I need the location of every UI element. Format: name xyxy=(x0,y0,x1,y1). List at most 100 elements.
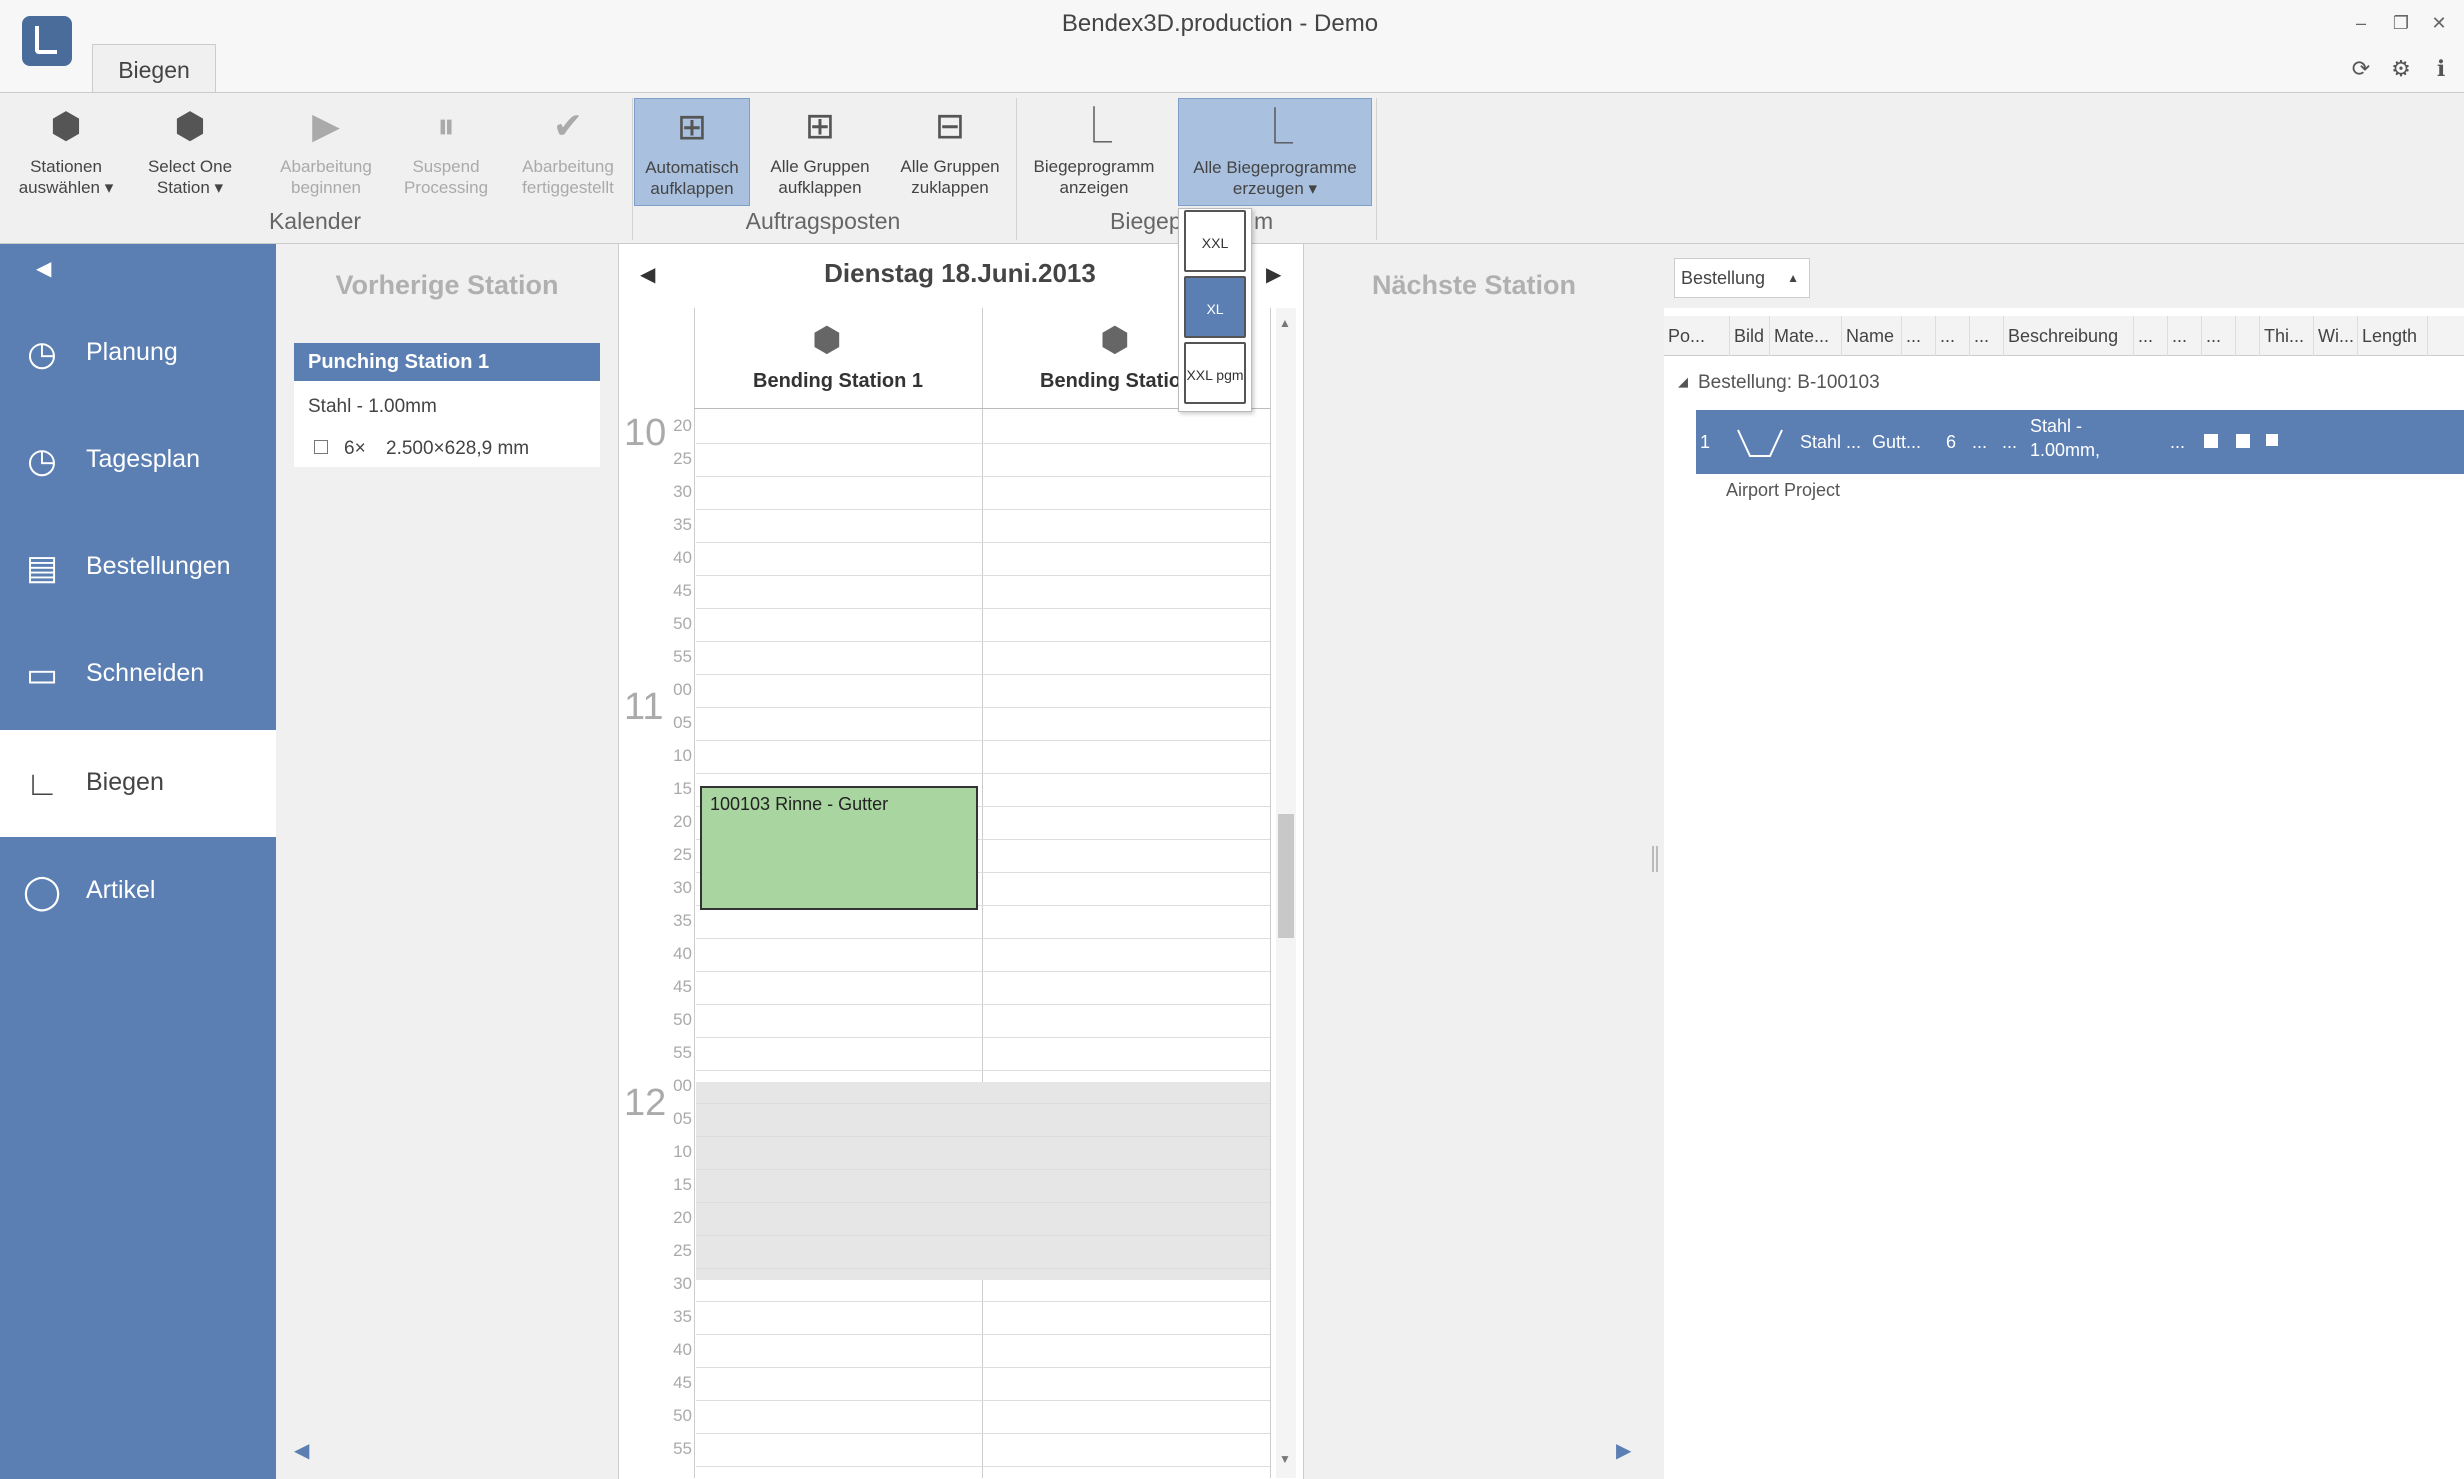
column-header[interactable]: ... xyxy=(2134,316,2168,356)
column-header[interactable]: ... xyxy=(1970,316,2004,356)
row-checkbox[interactable] xyxy=(2236,434,2250,448)
minute-label: 40 xyxy=(673,1340,692,1359)
hour-label: 10 xyxy=(624,412,667,454)
refresh-icon[interactable]: ⟳ xyxy=(2346,54,2376,84)
minute-label: 40 xyxy=(673,548,692,567)
sort-asc-icon: ▲ xyxy=(1787,271,1799,285)
previous-station-title: Vorherige Station xyxy=(335,270,559,300)
group-label-auftragsposten: Auftragsposten xyxy=(745,208,901,234)
cell-material: Stahl ... xyxy=(1800,432,1862,452)
column-header[interactable]: Po... xyxy=(1664,316,1730,356)
cell-desc-2: 1.00mm, xyxy=(2030,440,2101,460)
select-stations-button[interactable]: ⬢ Stationen auswählen ▾ xyxy=(4,98,128,206)
scroll-right-icon[interactable]: ▶ xyxy=(1616,1438,1631,1463)
minute-label: 05 xyxy=(673,713,692,732)
sidebar-item-schneiden[interactable]: ▭ Schneiden xyxy=(0,621,276,728)
calendar-row-line xyxy=(696,443,1270,444)
item-checkbox[interactable] xyxy=(314,440,328,454)
minute-label: 00 xyxy=(673,680,692,699)
calendar-row-line xyxy=(696,641,1270,642)
column-header[interactable]: ... xyxy=(2202,316,2236,356)
button-label: Alle Biegeprogramme xyxy=(1193,158,1357,177)
sidebar-item-biegen[interactable]: ∟ Biegen xyxy=(0,730,276,837)
calendar-row-line xyxy=(696,707,1270,708)
minute-label: 15 xyxy=(673,1175,692,1194)
group-by-chip[interactable]: Bestellung ▲ xyxy=(1674,258,1810,298)
play-icon: ▶ xyxy=(312,105,340,146)
generate-all-programs-button[interactable]: ⎿ Alle Biegeprogramme erzeugen ▾ xyxy=(1178,98,1372,206)
row-checkbox[interactable] xyxy=(2266,434,2278,446)
clock-icon: ◷ xyxy=(27,335,57,373)
tab-biegen[interactable]: Biegen xyxy=(92,44,216,94)
column-header[interactable]: Bild xyxy=(1730,316,1770,356)
calendar-row-line xyxy=(696,971,1270,972)
settings-icon[interactable]: ⚙ xyxy=(2386,54,2416,84)
circle-icon: ◯ xyxy=(22,873,62,911)
column-header[interactable]: ... xyxy=(1936,316,1970,356)
minute-label: 10 xyxy=(673,1142,692,1161)
group-row-label[interactable]: Bestellung: B-100103 xyxy=(1698,372,1880,394)
calendar-event[interactable]: 100103 Rinne - Gutter xyxy=(700,786,978,910)
prev-day-icon[interactable]: ◀ xyxy=(640,262,655,287)
station-icon: ⬢ xyxy=(1100,321,1130,359)
finish-processing-button[interactable]: ✔ Abarbeitung fertiggestellt xyxy=(506,98,630,206)
calendar-row-line xyxy=(696,1433,1270,1434)
select-one-station-button[interactable]: ⬢ Select One Station ▾ xyxy=(128,98,252,206)
dropdown-item-xxl-pgm[interactable]: XXL pgm xyxy=(1184,342,1246,404)
column-header[interactable]: Thi... xyxy=(2260,316,2314,356)
table-row[interactable]: 1 Stahl ... Gutt... 6 ... ... Stahl - 1.… xyxy=(1696,410,2464,474)
calendar-row-line xyxy=(696,1268,1270,1269)
column-header[interactable]: ... xyxy=(2168,316,2202,356)
close-button[interactable]: ✕ xyxy=(2424,10,2454,36)
sidebar-item-label: Artikel xyxy=(86,876,156,904)
station-icon: ⬢ xyxy=(812,321,842,359)
collapse-arrow-icon[interactable]: ◀ xyxy=(36,256,60,280)
column-header[interactable]: Name xyxy=(1842,316,1902,356)
column-header[interactable]: Mate... xyxy=(1770,316,1842,356)
scroll-up-icon[interactable]: ▲ xyxy=(1279,316,1291,330)
auto-expand-button[interactable]: ⊞ Automatisch aufklappen xyxy=(634,98,750,206)
scroll-down-icon[interactable]: ▼ xyxy=(1279,1452,1291,1466)
minimize-button[interactable]: – xyxy=(2346,10,2376,36)
show-bending-program-button[interactable]: ⎿ Biegeprogramm anzeigen xyxy=(1022,98,1166,206)
column-header[interactable]: Wi... xyxy=(2314,316,2358,356)
start-processing-button[interactable]: ▶ Abarbeitung beginnen xyxy=(264,98,388,206)
minute-label: 20 xyxy=(673,1208,692,1227)
info-icon[interactable]: ℹ xyxy=(2426,54,2456,84)
expand-all-groups-button[interactable]: ⊞ Alle Gruppen aufklappen xyxy=(758,98,882,206)
scrollbar-thumb[interactable] xyxy=(1278,814,1294,938)
dropdown-item-xxl[interactable]: XXL xyxy=(1184,210,1246,272)
cell-pos: 1 xyxy=(1700,432,1711,452)
sidebar-item-bestellungen[interactable]: ▤ Bestellungen xyxy=(0,514,276,621)
button-label: aufklappen xyxy=(650,179,734,198)
sidebar-item-artikel[interactable]: ◯ Artikel xyxy=(0,838,276,945)
row-checkbox[interactable] xyxy=(2204,434,2218,448)
calendar-row-line xyxy=(696,509,1270,510)
suspend-processing-button[interactable]: ⏸ Suspend Processing xyxy=(384,98,508,206)
minute-label: 30 xyxy=(673,482,692,501)
column-header[interactable]: ... xyxy=(1902,316,1936,356)
sidebar-item-tagesplan[interactable]: ◷ Tagesplan xyxy=(0,407,276,514)
column-header-station-1[interactable]: Bending Station 1 xyxy=(700,370,976,393)
sidebar-item-planung[interactable]: ◷ Planung xyxy=(0,300,276,407)
calendar-row-line xyxy=(696,1301,1270,1302)
calendar-row-line xyxy=(696,542,1270,543)
column-header[interactable] xyxy=(2236,316,2260,356)
collapse-all-groups-button[interactable]: ⊟ Alle Gruppen zuklappen xyxy=(888,98,1012,206)
calendar-row-line xyxy=(696,1004,1270,1005)
restore-button[interactable]: ❐ xyxy=(2386,10,2416,36)
calendar-row-line xyxy=(696,1235,1270,1236)
column-header[interactable]: Beschreibung xyxy=(2004,316,2134,356)
group-expand-icon[interactable]: ◢ xyxy=(1678,374,1688,390)
sidebar-item-label: Schneiden xyxy=(86,659,205,687)
button-label: Automatisch xyxy=(645,158,739,177)
next-day-icon[interactable]: ▶ xyxy=(1266,262,1281,287)
button-label: Station ▾ xyxy=(156,178,224,197)
scroll-left-icon[interactable]: ◀ xyxy=(294,1438,309,1463)
item-quantity: 6× xyxy=(344,438,366,459)
column-divider xyxy=(982,308,983,1478)
column-header[interactable]: Length xyxy=(2358,316,2428,356)
dropdown-item-xl[interactable]: XL xyxy=(1184,276,1246,338)
splitter-handle[interactable] xyxy=(1652,846,1658,872)
profile-image xyxy=(1737,429,1783,457)
